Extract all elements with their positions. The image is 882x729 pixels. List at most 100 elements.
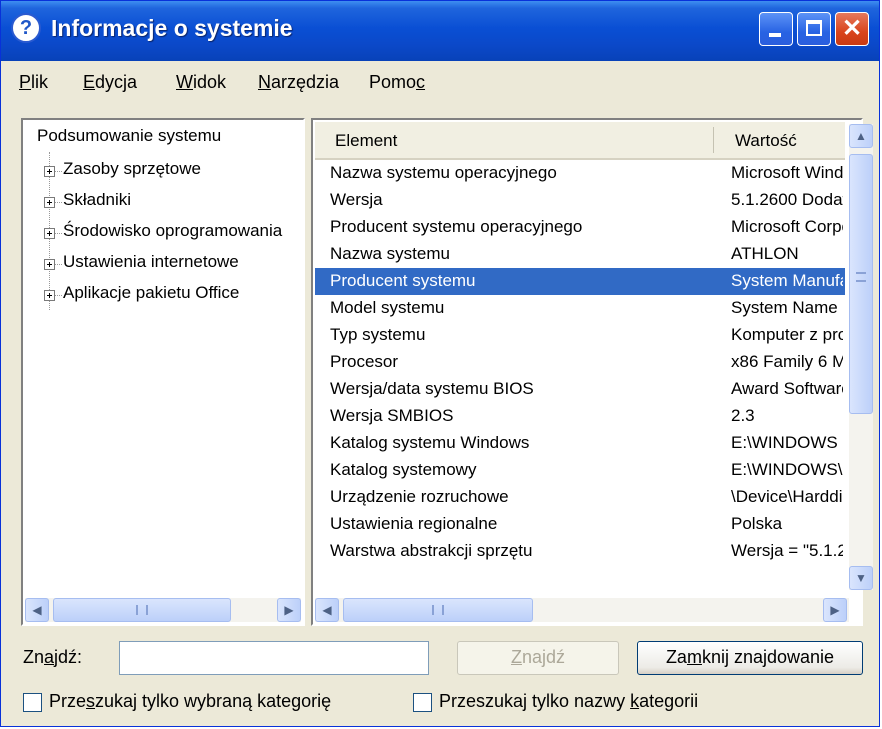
- close-button[interactable]: ✕: [835, 12, 869, 46]
- row-value: System Manufacturer: [731, 271, 843, 290]
- list-row[interactable]: Model systemu System Name: [315, 295, 845, 322]
- list-vertical-scrollbar[interactable]: ▲ ▼: [849, 124, 873, 590]
- expand-plus-icon[interactable]: [44, 290, 55, 301]
- scroll-thumb[interactable]: [343, 598, 533, 622]
- details-list: Element Wartość Nazwa systemu operacyjne…: [311, 118, 873, 626]
- help-question-icon: ?: [11, 13, 41, 43]
- row-value: E:\WINDOWS\system32: [731, 460, 843, 479]
- list-row[interactable]: Ustawienia regionalne Polska: [315, 511, 845, 538]
- title-bar[interactable]: ? Informacje o systemie ✕: [1, 1, 879, 61]
- window-title: Informacje o systemie: [51, 15, 293, 41]
- row-value: Award Software: [731, 379, 843, 398]
- row-element: Nazwa systemu operacyjnego: [330, 163, 557, 182]
- scroll-down-button[interactable]: ▼: [849, 566, 873, 590]
- list-row[interactable]: Katalog systemu Windows E:\WINDOWS: [315, 430, 845, 457]
- tree-root-summary[interactable]: Podsumowanie systemu: [37, 126, 221, 146]
- scroll-right-button[interactable]: ▶: [277, 598, 301, 622]
- tree-connector: [55, 264, 62, 265]
- row-element: Typ systemu: [330, 325, 426, 344]
- find-button[interactable]: Znajdź: [457, 641, 619, 675]
- find-input[interactable]: [119, 641, 429, 675]
- tree-item-hardware-resources[interactable]: Zasoby sprzętowe: [63, 159, 201, 179]
- maximize-button[interactable]: [797, 12, 831, 46]
- list-row[interactable]: Nazwa systemu ATHLON: [315, 241, 845, 268]
- list-row[interactable]: Producent systemu System Manufacturer: [315, 268, 845, 295]
- list-row[interactable]: Wersja/data systemu BIOS Award Software: [315, 376, 845, 403]
- list-row[interactable]: Wersja 5.1.2600 Dodatek Service Pack: [315, 187, 845, 214]
- list-row[interactable]: Producent systemu operacyjnego Microsoft …: [315, 214, 845, 241]
- menu-edycja[interactable]: Edycja: [83, 72, 137, 93]
- row-element: Wersja/data systemu BIOS: [330, 379, 534, 398]
- menu-bar: Plik Edycja Widok Narzędzia Pomoc: [1, 69, 879, 97]
- expand-plus-icon[interactable]: [44, 166, 55, 177]
- row-element: Katalog systemowy: [330, 460, 477, 479]
- scroll-up-button[interactable]: ▲: [849, 124, 873, 148]
- row-value: Microsoft Windows XP: [731, 163, 843, 182]
- list-row[interactable]: Nazwa systemu operacyjnego Microsoft Wind…: [315, 160, 845, 187]
- search-selected-category-label[interactable]: Przeszukaj tylko wybraną kategorię: [49, 691, 331, 712]
- list-row[interactable]: Wersja SMBIOS 2.3: [315, 403, 845, 430]
- row-element: Producent systemu: [330, 271, 476, 290]
- row-element: Urządzenie rozruchowe: [330, 487, 509, 506]
- list-row[interactable]: Typ systemu Komputer z procesorem x86: [315, 322, 845, 349]
- grip-icon: [136, 605, 148, 615]
- row-value: Microsoft Corporation: [731, 217, 843, 236]
- scroll-left-button[interactable]: ◀: [25, 598, 49, 622]
- arrow-left-icon: ◀: [32, 603, 42, 617]
- minimize-button[interactable]: [759, 12, 793, 46]
- maximize-icon: [806, 20, 822, 36]
- expand-plus-icon[interactable]: [44, 228, 55, 239]
- row-element: Katalog systemu Windows: [330, 433, 530, 452]
- scroll-thumb[interactable]: [849, 154, 873, 414]
- tree-item-office-applications[interactable]: Aplikacje pakietu Office: [63, 283, 239, 303]
- tree-item-internet-settings[interactable]: Ustawienia internetowe: [63, 252, 239, 272]
- tree-connector: [55, 233, 62, 234]
- grip-icon: [432, 605, 444, 615]
- row-element: Producent systemu operacyjnego: [330, 217, 583, 236]
- scroll-thumb[interactable]: [53, 598, 231, 622]
- search-category-names-label[interactable]: Przeszukaj tylko nazwy kategorii: [439, 691, 698, 712]
- column-header-element[interactable]: Element: [335, 131, 397, 151]
- row-value: x86 Family 6 Model: [731, 352, 843, 371]
- arrow-left-icon: ◀: [322, 603, 332, 617]
- row-value: Komputer z procesorem x86: [731, 325, 843, 344]
- list-row[interactable]: Katalog systemowy E:\WINDOWS\system32: [315, 457, 845, 484]
- expand-plus-icon[interactable]: [44, 197, 55, 208]
- scroll-left-button[interactable]: ◀: [315, 598, 339, 622]
- column-header-value[interactable]: Wartość: [735, 131, 797, 151]
- row-value: Wersja = "5.1.2600": [731, 541, 843, 560]
- row-value: System Name: [731, 298, 838, 317]
- list-row[interactable]: Procesor x86 Family 6 Model: [315, 349, 845, 376]
- row-value: \Device\HarddiskVolume1: [731, 487, 843, 506]
- row-element: Procesor: [330, 352, 399, 371]
- row-value: 5.1.2600 Dodatek Service Pack: [731, 190, 843, 209]
- menu-plik[interactable]: Plik: [19, 72, 48, 93]
- scroll-right-button[interactable]: ▶: [823, 598, 847, 622]
- column-divider[interactable]: [713, 127, 714, 153]
- list-rows: Nazwa systemu operacyjnego Microsoft Wind…: [315, 160, 847, 594]
- arrow-right-icon: ▶: [284, 603, 294, 617]
- tree-item-software-environment[interactable]: Środowisko oprogramowania: [63, 221, 282, 241]
- menu-widok[interactable]: Widok: [176, 72, 226, 93]
- arrow-down-icon: ▼: [855, 571, 867, 585]
- list-row[interactable]: Warstwa abstrakcji sprzętu Wersja = "5.1.…: [315, 538, 845, 565]
- category-tree: Podsumowanie systemu Zasoby sprzętowe Sk…: [21, 118, 305, 626]
- search-selected-category-checkbox[interactable]: [23, 693, 42, 712]
- row-value: E:\WINDOWS: [731, 433, 838, 452]
- find-label: Znajdź:: [23, 647, 83, 667]
- row-element: Nazwa systemu: [330, 244, 450, 263]
- row-element: Warstwa abstrakcji sprzętu: [330, 541, 533, 560]
- arrow-up-icon: ▲: [855, 129, 867, 143]
- tree-horizontal-scrollbar[interactable]: ◀ ▶: [25, 598, 301, 622]
- close-find-button[interactable]: Zamknij znajdowanie: [637, 641, 863, 675]
- list-header: Element Wartość: [315, 122, 845, 160]
- menu-narzedzia[interactable]: Narzędzia: [258, 72, 339, 93]
- tree-item-components[interactable]: Składniki: [63, 190, 131, 210]
- list-horizontal-scrollbar[interactable]: ◀ ▶: [315, 598, 849, 622]
- expand-plus-icon[interactable]: [44, 259, 55, 270]
- minimize-icon: [769, 33, 781, 37]
- list-row[interactable]: Urządzenie rozruchowe \Device\HarddiskVol…: [315, 484, 845, 511]
- search-category-names-checkbox[interactable]: [413, 693, 432, 712]
- menu-pomoc[interactable]: Pomoc: [369, 72, 425, 93]
- row-element: Ustawienia regionalne: [330, 514, 498, 533]
